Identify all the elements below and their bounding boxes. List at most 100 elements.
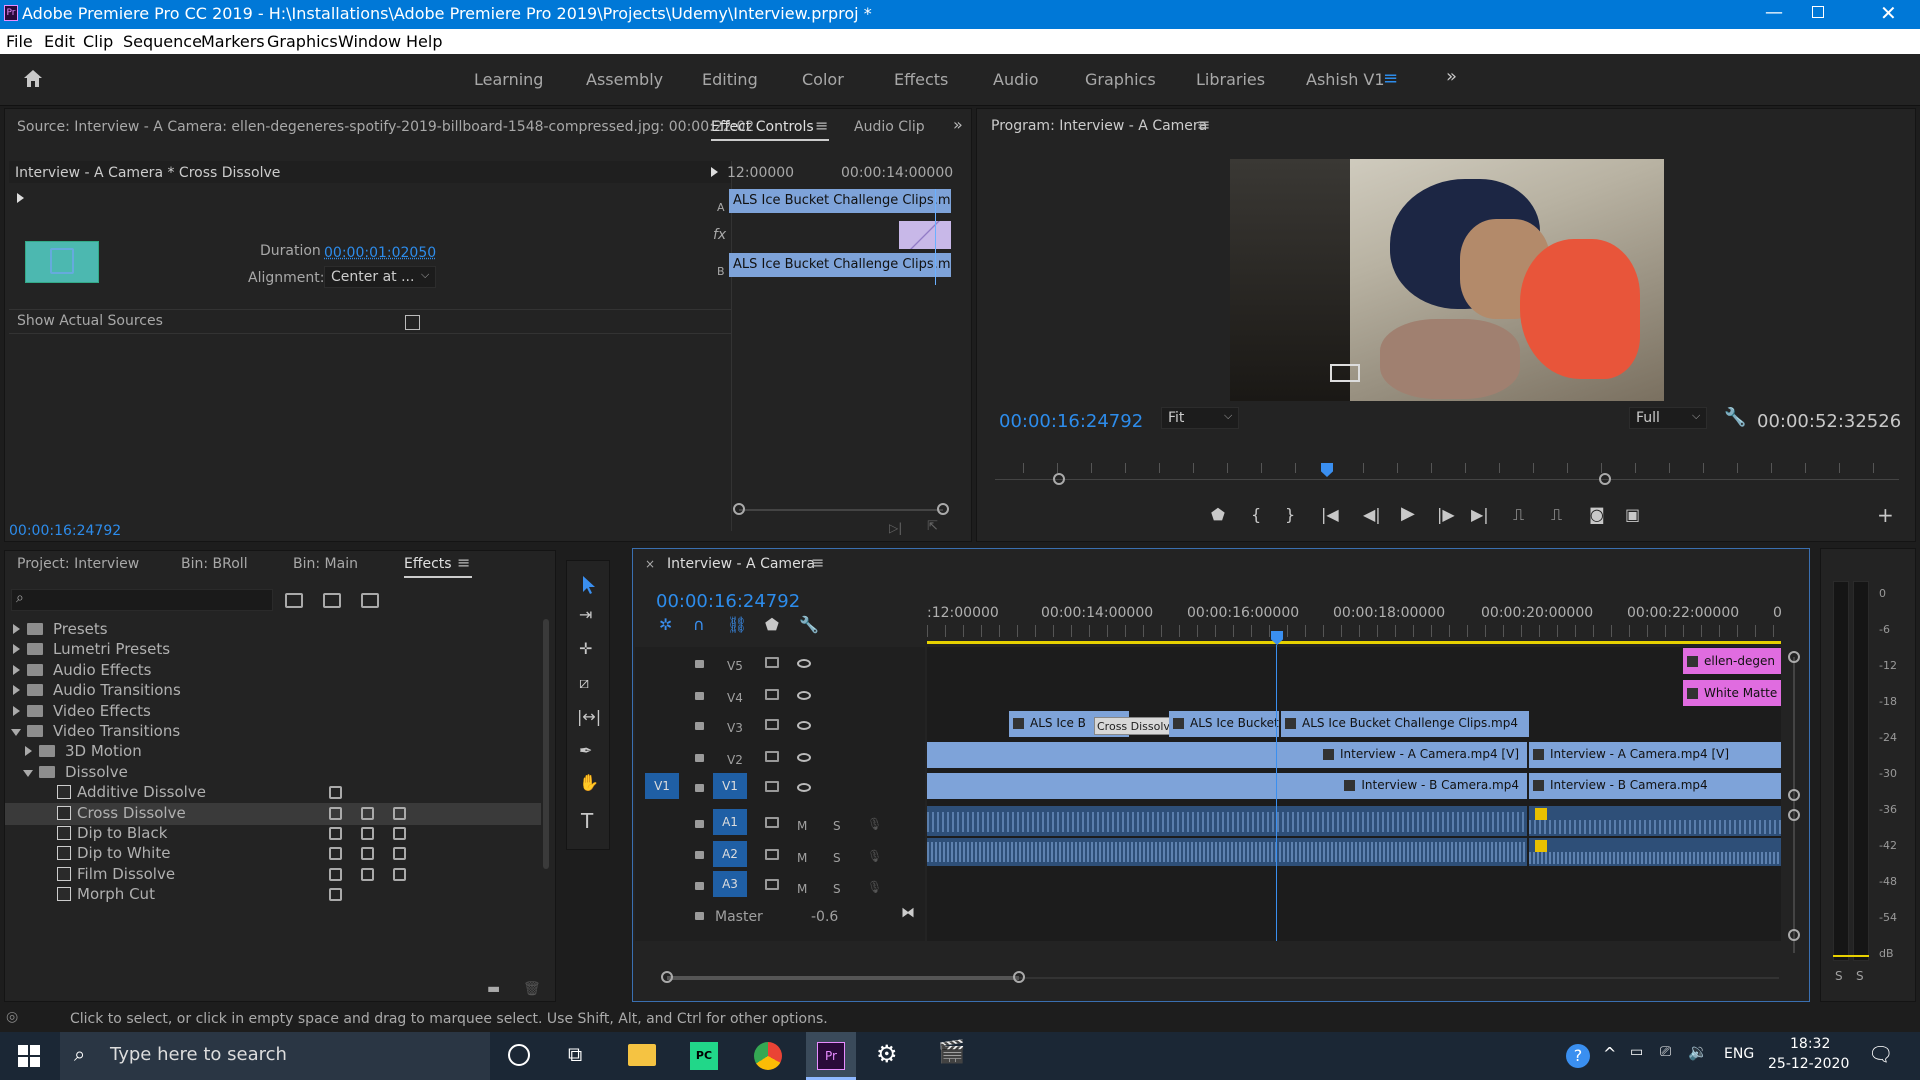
tree-item[interactable]: Film Dissolve (5, 864, 541, 886)
tree-folder[interactable]: Video Transitions (5, 721, 541, 743)
chevron-right-icon[interactable] (25, 746, 32, 757)
workspace-menu-icon[interactable]: ≡ (1383, 68, 1398, 89)
sync-lock-icon[interactable] (765, 781, 779, 792)
mute-a1[interactable]: M (797, 819, 807, 833)
clip-v2-a[interactable]: Interview - A Camera.mp4 [V] (927, 742, 1527, 768)
taskbar-search-box[interactable]: ⌕ Type here to search (60, 1032, 490, 1080)
program-timecode[interactable]: 00:00:16:24792 (999, 411, 1143, 432)
pen-tool-icon[interactable]: ✒ (579, 741, 592, 760)
tab-bin-broll[interactable]: Bin: BRoll (181, 556, 248, 572)
zoom-handle-right[interactable] (1599, 473, 1611, 485)
step-back-icon[interactable]: ◀| (1363, 505, 1381, 524)
track-select-tool-icon[interactable]: ⇥ (579, 605, 592, 624)
timeline-settings-icon[interactable]: 🔧 (799, 615, 819, 634)
track-label-v4[interactable]: V4 (727, 691, 743, 705)
track-label-v5[interactable]: V5 (727, 659, 743, 673)
video-editor-icon[interactable]: 🎬 (938, 1040, 965, 1065)
audio-clip-a1-b[interactable] (1529, 806, 1781, 836)
chevron-right-icon[interactable] (13, 705, 20, 716)
workspace-effects[interactable]: Effects (894, 70, 948, 89)
tree-folder[interactable]: Presets (5, 619, 541, 641)
chevron-up-icon[interactable]: ^ (1603, 1044, 1616, 1063)
sync-lock-icon[interactable] (765, 719, 779, 730)
chrome-icon[interactable] (754, 1042, 782, 1070)
workspace-active[interactable]: Ashish V1 (1306, 70, 1385, 89)
cortana-icon[interactable] (508, 1044, 530, 1066)
chevron-right-icon[interactable] (13, 644, 20, 655)
tree-item[interactable]: Cross Dissolve (5, 802, 541, 825)
language-indicator[interactable]: ENG (1724, 1046, 1754, 1062)
panel-overflow-icon[interactable]: » (953, 115, 963, 134)
mark-in-icon[interactable]: { (1251, 505, 1261, 524)
vzoom-handle[interactable] (1788, 651, 1800, 663)
menu-file[interactable]: File (6, 32, 33, 51)
mini-zoom-handle-left[interactable] (733, 503, 745, 515)
solo-left[interactable]: S (1835, 969, 1843, 983)
mic-icon[interactable]: 🎙 (867, 817, 882, 831)
solo-right[interactable]: S (1856, 969, 1864, 983)
lock-icon[interactable] (695, 882, 704, 890)
mini-zoom-handle-right[interactable] (937, 503, 949, 515)
effects-search-input[interactable]: ⌕ (11, 589, 273, 611)
menu-window[interactable]: Window (338, 32, 401, 51)
ripple-edit-tool-icon[interactable]: ✛ (579, 639, 592, 658)
panel-menu-icon[interactable]: ≡ (815, 116, 828, 135)
task-view-icon[interactable]: ⧉ (568, 1042, 582, 1066)
lock-icon[interactable] (695, 820, 704, 828)
program-title[interactable]: Program: Interview - A Camera (991, 118, 1207, 134)
clock-date[interactable]: 25-12-2020 (1768, 1056, 1849, 1072)
hand-tool-icon[interactable]: ✋ (579, 773, 599, 792)
tree-item[interactable]: Dip to Black (5, 823, 541, 845)
play-icon[interactable]: ▶ (1401, 503, 1415, 524)
chevron-right-icon[interactable] (13, 685, 20, 696)
slip-tool-icon[interactable]: |↔| (577, 707, 601, 726)
duration-value[interactable]: 00:00:01:02050 (324, 245, 436, 261)
battery-icon[interactable]: ▭ (1630, 1044, 1643, 1060)
close-sequence-icon[interactable]: × (645, 557, 655, 571)
selection-tool-icon[interactable] (581, 575, 597, 595)
source-label[interactable]: Source: Interview - A Camera: ellen-dege… (17, 119, 754, 135)
play-transition-icon[interactable] (17, 193, 24, 203)
effects-menu-icon[interactable]: ≡ (457, 553, 470, 572)
clip-v2-b[interactable]: Interview - A Camera.mp4 [V] (1529, 742, 1781, 768)
mini-timeline-play-icon[interactable] (711, 167, 718, 177)
export-icon[interactable]: ⇱ (927, 519, 938, 534)
eye-icon[interactable] (797, 721, 811, 730)
solo-a1[interactable]: S (833, 819, 841, 833)
tab-project[interactable]: Project: Interview (17, 556, 139, 572)
track-target-a2[interactable]: A2 (713, 841, 747, 867)
cross-dissolve-transition[interactable]: Cross Dissolve (1094, 717, 1170, 735)
eye-icon[interactable] (797, 659, 811, 668)
menu-clip[interactable]: Clip (83, 32, 113, 51)
clip-v1-a[interactable]: Interview - B Camera.mp4 (927, 773, 1527, 799)
track-label-v2[interactable]: V2 (727, 753, 743, 767)
file-explorer-icon[interactable] (628, 1044, 656, 1066)
notifications-icon[interactable]: 🗨 (1868, 1042, 1893, 1066)
filter-only-icon[interactable]: ▷| (889, 521, 902, 535)
timeline-menu-icon[interactable]: ≡ (811, 553, 824, 572)
step-forward-icon[interactable]: |▶ (1437, 505, 1455, 524)
source-patch-v1[interactable]: V1 (645, 773, 679, 799)
master-patch-icon[interactable]: ⧓ (901, 905, 915, 921)
fit-dropdown[interactable]: Fit ⌵ (1161, 407, 1239, 429)
comparison-view-icon[interactable]: ▣ (1625, 505, 1640, 524)
tab-effects[interactable]: Effects (404, 556, 452, 572)
mic-icon[interactable]: 🎙 (867, 849, 882, 863)
playhead-marker[interactable] (1321, 463, 1333, 477)
tree-item[interactable]: Additive Dissolve (5, 782, 541, 804)
solo-a3[interactable]: S (833, 882, 841, 896)
effects-scrollbar[interactable] (543, 619, 549, 869)
audio-clip-a2[interactable] (927, 838, 1527, 866)
lock-icon[interactable] (695, 692, 704, 700)
restore-icon[interactable] (1812, 6, 1824, 18)
lock-icon[interactable] (695, 660, 704, 668)
mute-a3[interactable]: M (797, 882, 807, 896)
sync-lock-icon[interactable] (765, 751, 779, 762)
add-marker-icon[interactable]: ⬟ (765, 615, 779, 634)
more-workspaces-icon[interactable]: » (1446, 66, 1457, 87)
32bit-effects-icon[interactable] (323, 593, 341, 608)
eye-icon[interactable] (797, 783, 811, 792)
program-menu-icon[interactable]: ≡ (1197, 115, 1210, 134)
linked-selection-icon[interactable]: ⛓ (727, 615, 747, 634)
add-marker-icon[interactable]: ⬟ (1211, 505, 1225, 524)
